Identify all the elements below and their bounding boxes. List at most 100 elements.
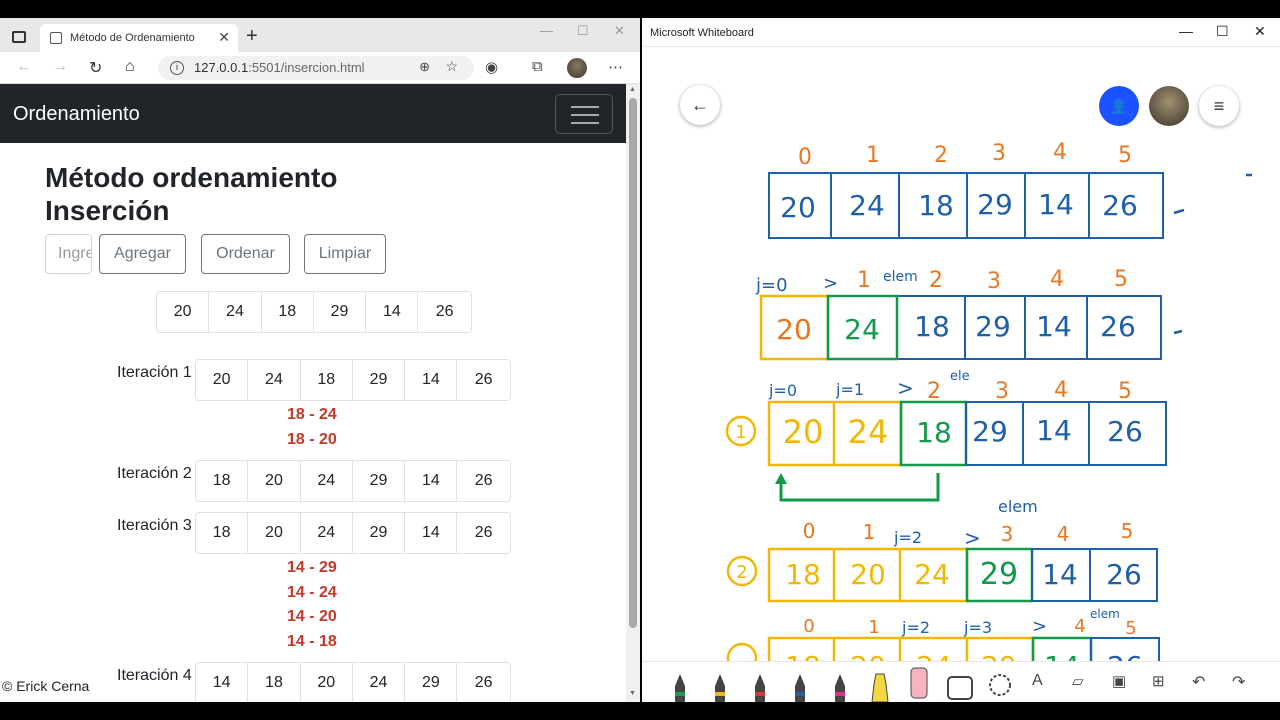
array-value: 24 bbox=[848, 413, 889, 451]
url-path: :5501/insercion.html bbox=[248, 60, 365, 75]
sort-button[interactable]: Ordenar bbox=[201, 234, 290, 274]
pen-black-icon[interactable] bbox=[670, 672, 690, 702]
eraser-icon[interactable] bbox=[908, 666, 930, 700]
profile-avatar[interactable] bbox=[567, 58, 587, 78]
index-label: 4 bbox=[1053, 140, 1067, 165]
back-icon[interactable]: ← bbox=[16, 58, 32, 76]
maximize-icon[interactable]: ☐ bbox=[577, 23, 589, 39]
index-label: 5 bbox=[1118, 143, 1132, 168]
tab-active[interactable]: Método de Ordenamiento ✕ bbox=[40, 24, 238, 52]
add-button[interactable]: Agregar bbox=[99, 234, 186, 274]
ruler-icon[interactable] bbox=[945, 672, 975, 702]
array-cell: 29 bbox=[353, 461, 406, 501]
window-menu-icon[interactable] bbox=[12, 31, 26, 43]
array-cell: 26 bbox=[474, 371, 493, 388]
array-cell: 20 bbox=[248, 513, 301, 553]
pointer-label: > bbox=[897, 376, 914, 400]
forward-icon[interactable]: → bbox=[52, 58, 68, 76]
home-icon[interactable]: ⌂ bbox=[125, 58, 135, 76]
index-label: 1 bbox=[857, 268, 871, 293]
undo-icon[interactable]: ↶ bbox=[1192, 672, 1205, 692]
screen-top-bar bbox=[0, 0, 1280, 18]
navbar: Ordenamiento bbox=[0, 84, 626, 143]
redo-icon[interactable]: ↷ bbox=[1232, 672, 1245, 692]
url-field[interactable]: i 127.0.0.1:5501/insercion.html ⊕ ☆ bbox=[158, 56, 474, 80]
scrollbar-thumb[interactable] bbox=[629, 98, 637, 628]
array-cell: 20 bbox=[196, 360, 249, 400]
hamburger-menu-button[interactable] bbox=[555, 94, 613, 134]
array-value: 29 bbox=[981, 650, 1017, 661]
pen-pink-icon[interactable] bbox=[830, 672, 850, 702]
array-value: 20 bbox=[780, 191, 816, 224]
image-icon[interactable]: ▣ bbox=[1112, 672, 1126, 690]
index-label: 3 bbox=[992, 141, 1006, 166]
page-favicon-icon bbox=[50, 32, 62, 44]
pointer-label: > bbox=[964, 526, 981, 550]
hamburger-line bbox=[571, 106, 599, 108]
array-cell: 24 bbox=[353, 663, 406, 702]
title-line-2: Inserción bbox=[45, 195, 170, 226]
back-arrow-button[interactable]: ← bbox=[680, 85, 720, 125]
more-icon[interactable]: ⋯ bbox=[608, 58, 623, 76]
navbar-brand[interactable]: Ordenamiento bbox=[13, 103, 140, 126]
array-cell: 26 bbox=[474, 674, 493, 691]
index-label: 3 bbox=[1001, 522, 1014, 546]
array-value: 26 bbox=[1102, 189, 1138, 222]
new-tab-icon[interactable]: + bbox=[246, 25, 258, 48]
drawing-row-0: 0 1 2 3 4 5 20 24 18 29 14 26 bbox=[768, 140, 1252, 239]
number-input[interactable]: Ingrese bbox=[45, 234, 92, 274]
refresh-icon[interactable]: ↻ bbox=[89, 58, 102, 78]
array-cell: 26 bbox=[435, 303, 454, 320]
iteration-array: 18 20 24 29 14 26 bbox=[195, 460, 511, 502]
site-info-icon[interactable]: i bbox=[170, 61, 184, 75]
array-value: 29 bbox=[975, 310, 1011, 343]
array-value: 20 bbox=[776, 313, 812, 346]
url-host: 127.0.0.1 bbox=[194, 60, 249, 75]
index-label: 3 bbox=[995, 379, 1009, 404]
pointer-label: j=1 bbox=[835, 380, 864, 399]
page-scrollbar[interactable]: ▲ ▼ bbox=[626, 84, 640, 702]
index-label: 5 bbox=[1118, 379, 1132, 404]
pen-blue-icon[interactable] bbox=[790, 672, 810, 702]
minimize-icon[interactable]: — bbox=[540, 23, 553, 38]
step-number: 1 bbox=[735, 422, 746, 443]
array-value: 20 bbox=[783, 413, 824, 451]
settings-menu-button[interactable]: ≡ bbox=[1199, 86, 1239, 126]
note-icon[interactable]: ▱ bbox=[1072, 672, 1084, 690]
title-line-1: Método ordenamiento bbox=[45, 162, 338, 193]
index-label: 5 bbox=[1121, 519, 1134, 543]
collections-icon[interactable]: ⧉ bbox=[532, 58, 543, 75]
pointer-label: j=0 bbox=[768, 381, 797, 400]
hamburger-line bbox=[571, 114, 599, 116]
favorite-icon[interactable]: ☆ bbox=[445, 58, 458, 75]
clear-button[interactable]: Limpiar bbox=[304, 234, 386, 274]
user-avatar[interactable] bbox=[1149, 86, 1189, 126]
note-label: elem bbox=[998, 497, 1038, 516]
close-tab-icon[interactable]: ✕ bbox=[218, 29, 230, 46]
lasso-icon[interactable] bbox=[985, 672, 1015, 702]
scroll-down-icon[interactable]: ▼ bbox=[629, 690, 636, 697]
array-value: 14 bbox=[1036, 414, 1072, 447]
array-value: 24 bbox=[914, 558, 950, 591]
pen-yellow-icon[interactable] bbox=[710, 672, 730, 702]
extension-icon[interactable]: ◉ bbox=[485, 58, 498, 76]
scroll-up-icon[interactable]: ▲ bbox=[629, 86, 636, 93]
drawing-row-2: 1 j=0 j=1 > ele 2 3 4 5 20 24 18 29 14 2… bbox=[725, 369, 1167, 502]
zoom-icon[interactable]: ⊕ bbox=[419, 59, 430, 75]
array-value: 18 bbox=[916, 416, 952, 449]
index-label: 4 bbox=[1074, 616, 1085, 637]
comparison-text: 14 - 29 bbox=[287, 559, 337, 576]
array-cell: 14 bbox=[366, 292, 419, 332]
invite-person-icon[interactable]: 👤 bbox=[1099, 86, 1139, 126]
tab-title: Método de Ordenamiento bbox=[70, 32, 195, 44]
pointer-label: j=2 bbox=[901, 618, 930, 637]
text-tool-icon[interactable]: A bbox=[1032, 672, 1043, 690]
add-icon[interactable]: ⊞ bbox=[1152, 672, 1165, 690]
array-value: 26 bbox=[1106, 558, 1142, 591]
array-cell: 18 bbox=[196, 513, 249, 553]
close-window-icon[interactable]: ✕ bbox=[614, 23, 625, 39]
comparison-text: 14 - 24 bbox=[287, 584, 337, 601]
array-value: 20 bbox=[850, 650, 886, 661]
pen-red-icon[interactable] bbox=[750, 672, 770, 702]
highlighter-icon[interactable] bbox=[868, 672, 892, 702]
